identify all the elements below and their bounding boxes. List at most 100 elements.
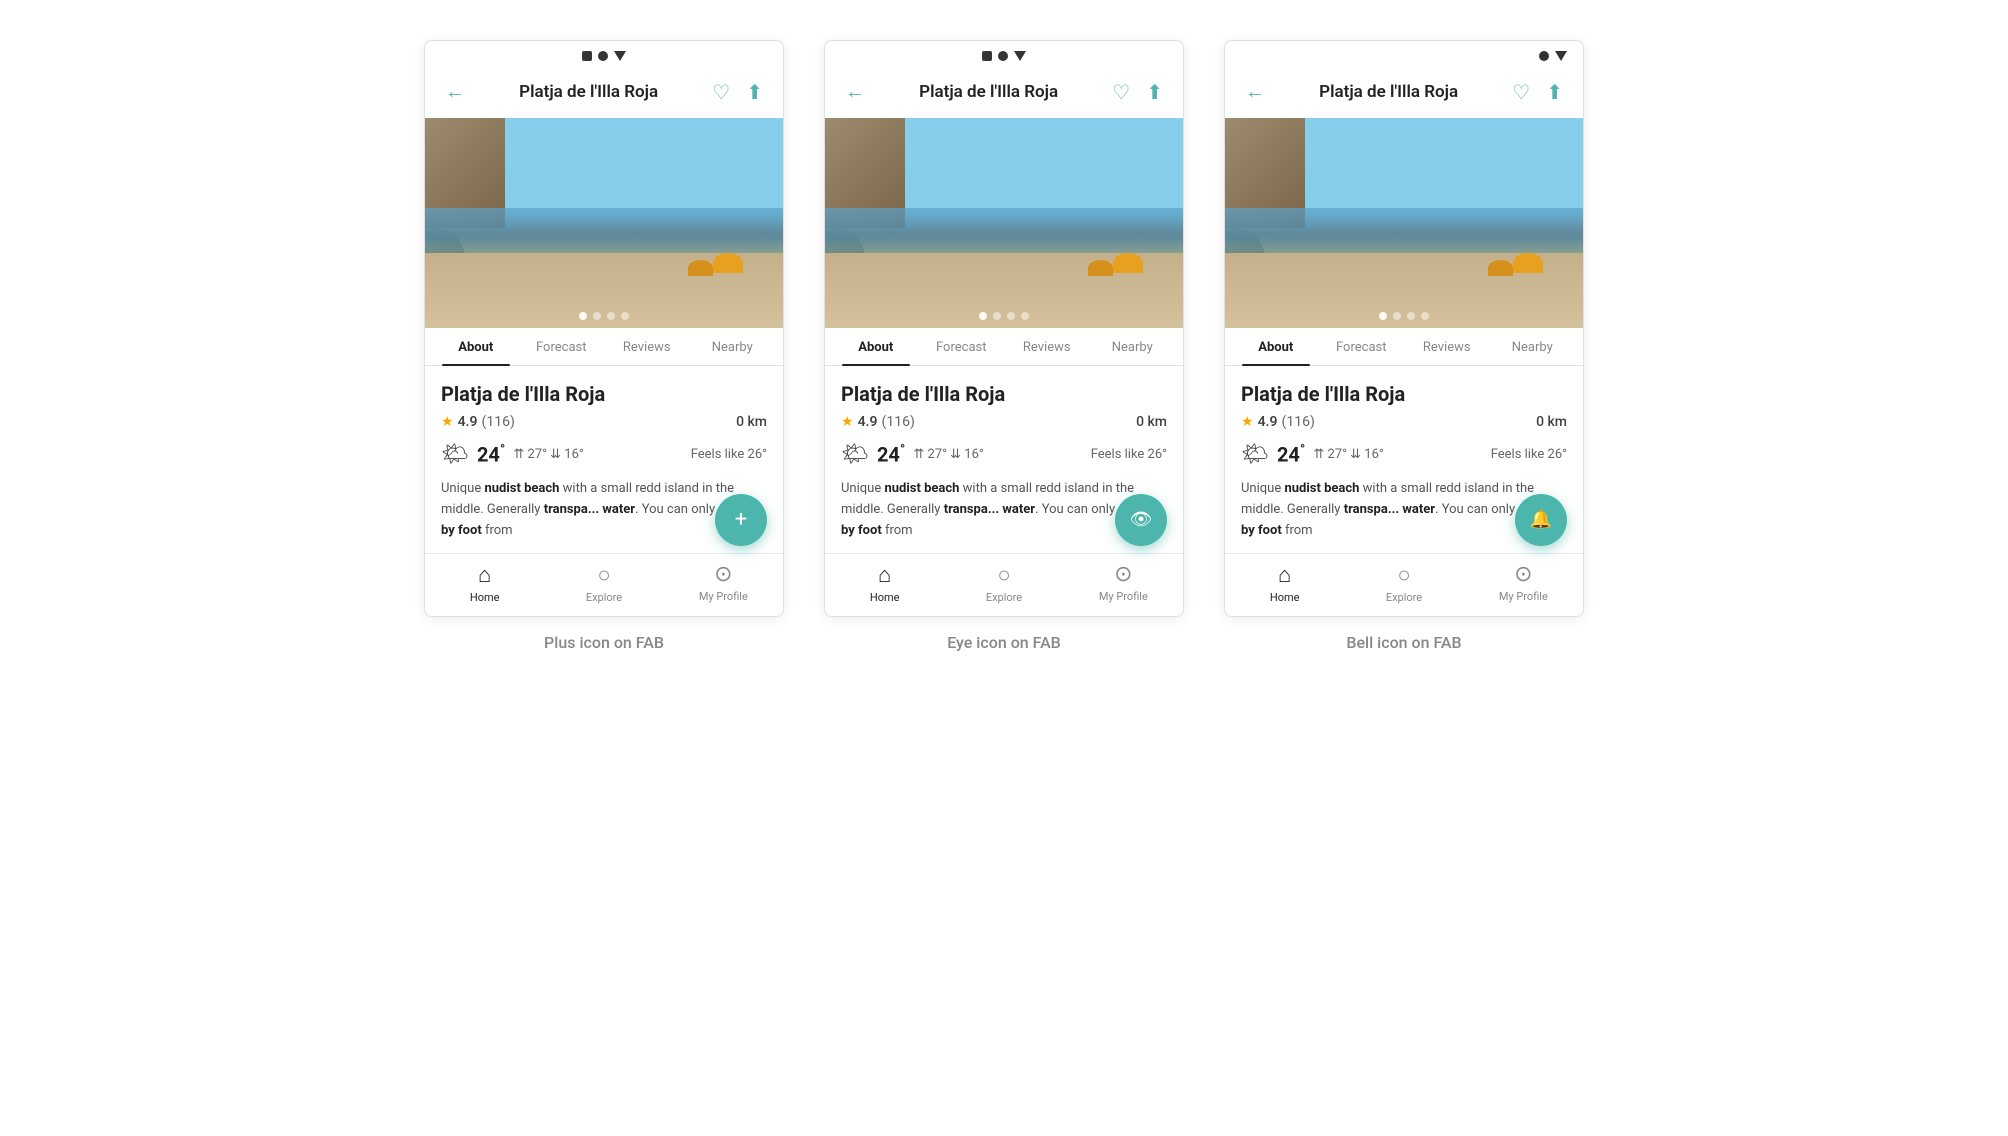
rating-count-3: (116) [1282, 414, 1315, 430]
dot-3-2[interactable] [1021, 312, 1029, 320]
status-bar-3 [1225, 41, 1583, 67]
tab-forecast-3[interactable]: Forecast [1319, 328, 1405, 365]
tab-nearby-1[interactable]: Nearby [690, 328, 776, 365]
beach-image-1 [425, 118, 783, 328]
tab-about-1[interactable]: About [433, 328, 519, 365]
carousel-dots-1 [579, 312, 629, 320]
phone-frame-bell: ← Platja de l'Illa Roja ♡ ⬆ [1224, 40, 1584, 617]
rating-left-1: ★ 4.9 (116) [441, 414, 515, 430]
tab-reviews-1[interactable]: Reviews [604, 328, 690, 365]
phone-frame-plus: ← Platja de l'Illa Roja ♡ ⬆ [424, 40, 784, 617]
tab-reviews-2[interactable]: Reviews [1004, 328, 1090, 365]
rating-row-2: ★ 4.9 (116) 0 km [841, 414, 1167, 430]
header-title-1: Platja de l'Illa Roja [469, 82, 708, 102]
beach-image-3 [1225, 118, 1583, 328]
beach-name-2: Platja de l'Illa Roja [841, 382, 1167, 406]
nav-home-2[interactable]: ⌂ Home [825, 562, 944, 604]
tab-nearby-3[interactable]: Nearby [1490, 328, 1576, 365]
home-label-1: Home [470, 591, 500, 604]
tab-reviews-3[interactable]: Reviews [1404, 328, 1490, 365]
tab-forecast-2[interactable]: Forecast [919, 328, 1005, 365]
feels-like-3: Feels like 26° [1491, 447, 1567, 462]
status-icon-3b [1539, 51, 1549, 61]
fab-eye[interactable]: 👁 [1115, 494, 1167, 546]
profile-icon-1: ⊙ [714, 562, 732, 587]
star-icon-2: ★ [841, 414, 854, 430]
status-icon-2a [982, 51, 992, 61]
weather-row-1: 🌤 24° ⇈ 27° ⇊ 16° Feels like 26° [441, 442, 767, 467]
rating-left-3: ★ 4.9 (116) [1241, 414, 1315, 430]
eye-icon: 👁 [1130, 511, 1153, 529]
nav-profile-1[interactable]: ⊙ My Profile [664, 562, 783, 604]
tab-forecast-1[interactable]: Forecast [519, 328, 605, 365]
dot-1-1[interactable] [593, 312, 601, 320]
dot-2-1[interactable] [607, 312, 615, 320]
tab-about-3[interactable]: About [1233, 328, 1319, 365]
nav-profile-3[interactable]: ⊙ My Profile [1464, 562, 1583, 604]
beach-name-1: Platja de l'Illa Roja [441, 382, 767, 406]
fab-bell[interactable]: 🔔 [1515, 494, 1567, 546]
header-actions-1: ♡ ⬆ [708, 76, 767, 108]
temp-main-3: 24° [1277, 442, 1305, 467]
dot-3-1[interactable] [621, 312, 629, 320]
status-icon-3a [1513, 51, 1533, 61]
status-bar-1 [425, 41, 783, 67]
dot-0-2[interactable] [979, 312, 987, 320]
favorite-icon-3[interactable]: ♡ [1508, 76, 1534, 108]
rating-value-1: 4.9 [458, 414, 478, 430]
status-icon-2b [998, 51, 1008, 61]
explore-label-2: Explore [986, 591, 1022, 604]
back-button-2[interactable]: ← [841, 75, 869, 108]
favorite-icon-2[interactable]: ♡ [1108, 76, 1134, 108]
app-header-1: ← Platja de l'Illa Roja ♡ ⬆ [425, 67, 783, 118]
nav-explore-3[interactable]: ○ Explore [1344, 562, 1463, 604]
beach-umbrella-2b [1088, 260, 1113, 276]
beach-image-2 [825, 118, 1183, 328]
temp-range-3: ⇈ 27° ⇊ 16° [1313, 447, 1383, 462]
dot-2-3[interactable] [1407, 312, 1415, 320]
header-title-3: Platja de l'Illa Roja [1269, 82, 1508, 102]
profile-icon-3: ⊙ [1514, 562, 1532, 587]
nav-home-3[interactable]: ⌂ Home [1225, 562, 1344, 604]
status-icon-2 [598, 51, 608, 61]
share-icon-2[interactable]: ⬆ [1142, 76, 1167, 108]
explore-icon-3: ○ [1397, 562, 1410, 588]
tabs-2: About Forecast Reviews Nearby [825, 328, 1183, 366]
dot-1-3[interactable] [1393, 312, 1401, 320]
distance-1: 0 km [736, 414, 767, 430]
tabs-3: About Forecast Reviews Nearby [1225, 328, 1583, 366]
header-actions-3: ♡ ⬆ [1508, 76, 1567, 108]
temp-main-1: 24° [477, 442, 505, 467]
share-icon-1[interactable]: ⬆ [742, 76, 767, 108]
dot-3-3[interactable] [1421, 312, 1429, 320]
dot-0-1[interactable] [579, 312, 587, 320]
beach-umbrella-1 [713, 253, 743, 273]
distance-2: 0 km [1136, 414, 1167, 430]
beach-name-3: Platja de l'Illa Roja [1241, 382, 1567, 406]
rating-row-1: ★ 4.9 (116) 0 km [441, 414, 767, 430]
explore-icon-1: ○ [597, 562, 610, 588]
favorite-icon-1[interactable]: ♡ [708, 76, 734, 108]
nav-home-1[interactable]: ⌂ Home [425, 562, 544, 604]
bottom-nav-1: ⌂ Home ○ Explore ⊙ My Profile [425, 553, 783, 616]
screens-container: ← Platja de l'Illa Roja ♡ ⬆ [384, 20, 1624, 672]
temp-main-2: 24° [877, 442, 905, 467]
nav-profile-2[interactable]: ⊙ My Profile [1064, 562, 1183, 604]
header-actions-2: ♡ ⬆ [1108, 76, 1167, 108]
tab-nearby-2[interactable]: Nearby [1090, 328, 1176, 365]
fab-plus[interactable]: + [715, 494, 767, 546]
explore-icon-2: ○ [997, 562, 1010, 588]
dot-2-2[interactable] [1007, 312, 1015, 320]
back-button-1[interactable]: ← [441, 75, 469, 108]
home-icon-3: ⌂ [1278, 562, 1291, 588]
nav-explore-2[interactable]: ○ Explore [944, 562, 1063, 604]
share-icon-3[interactable]: ⬆ [1542, 76, 1567, 108]
back-button-3[interactable]: ← [1241, 75, 1269, 108]
tabs-1: About Forecast Reviews Nearby [425, 328, 783, 366]
dot-0-3[interactable] [1379, 312, 1387, 320]
dot-1-2[interactable] [993, 312, 1001, 320]
phone-frame-eye: ← Platja de l'Illa Roja ♡ ⬆ [824, 40, 1184, 617]
tab-about-2[interactable]: About [833, 328, 919, 365]
nav-explore-1[interactable]: ○ Explore [544, 562, 663, 604]
header-title-2: Platja de l'Illa Roja [869, 82, 1108, 102]
